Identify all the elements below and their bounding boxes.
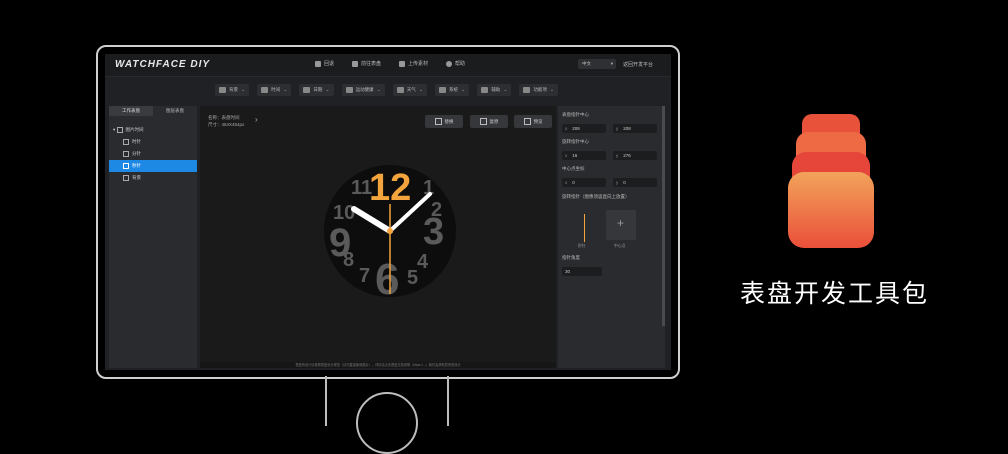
watchface-kit-logo <box>788 114 874 248</box>
layer-tree: ▾ 图片时间 时针 分针 秒针 背景 <box>109 124 197 184</box>
chevron-down-icon: ⌄ <box>503 87 508 93</box>
calendar-icon <box>303 87 311 93</box>
properties-scrollbar[interactable] <box>662 106 665 326</box>
user-icon <box>399 60 406 67</box>
pivot-x-input[interactable]: x 16 <box>562 151 606 160</box>
rotate-y-input[interactable]: y 208 <box>613 124 657 133</box>
function-icon <box>523 87 531 93</box>
tool-functions[interactable]: 功能项 ⌄ <box>519 84 559 96</box>
chevron-down-icon: ⌄ <box>418 87 424 93</box>
restore-icon <box>479 118 487 125</box>
rotate-x-input[interactable]: x 208 <box>562 124 606 133</box>
phone-icon <box>481 87 489 93</box>
app-logo: WATCHFACE DIY <box>115 59 211 70</box>
tool-health[interactable]: 运动健康 ⌄ <box>341 84 385 96</box>
top-nav: 回退 前往表盘 上传素材 帮助 <box>315 60 465 67</box>
offset-y-input[interactable]: y0 <box>613 178 657 187</box>
undo-icon <box>315 60 321 67</box>
preview-button[interactable]: 预览 <box>514 115 552 128</box>
gear-icon <box>439 87 447 93</box>
numeral-6: 6 <box>375 255 399 298</box>
chevron-down-icon: ⌄ <box>376 87 381 93</box>
design-canvas: 名称：表盘时间 尺寸：454X454px › 替换 复原 预览 11 10 9 … <box>200 106 556 362</box>
face-info: 名称：表盘时间 尺寸：454X454px <box>208 114 244 128</box>
layer-hour-hand[interactable]: 时针 <box>109 136 197 148</box>
layers-panel: 工作表盘 图层表盘 ▾ 图片时间 时针 分针 秒针 背景 <box>109 106 197 368</box>
upload-assets-button[interactable]: 上传素材 <box>399 60 428 67</box>
angle-input[interactable]: 30 <box>562 267 602 276</box>
component-toolbar: 背景 ⌄ 时间 ⌄ 日期 ⌄ 运动健康 ⌄ 天气 ⌄ 系统 ⌄ 辅助 ⌄ 功能项 ⌄ <box>215 84 559 96</box>
rotate-center-label: 表盘指针中心 <box>562 112 589 117</box>
pivot-label: 旋转指针中心 <box>562 139 589 144</box>
hand-caption: 秒针 <box>578 244 586 248</box>
canvas-footer-note: 表盘的设计请参照表盘设计规范（请勿直接使用图片），详情请点击表盘文档说明（htt… <box>200 362 556 368</box>
second-hand-thumbnail[interactable] <box>584 214 585 242</box>
eye-icon <box>123 150 129 157</box>
chevron-down-icon: ⌄ <box>283 87 288 93</box>
grid-icon <box>123 174 129 181</box>
replace-button[interactable]: 替换 <box>425 115 463 128</box>
hand-image-label: 旋转指针（图像须竖直向上放置） <box>562 194 630 199</box>
tool-assist[interactable]: 辅助 ⌄ <box>477 84 512 96</box>
numeral-12: 12 <box>369 167 411 209</box>
layer-second-hand[interactable]: 秒针 <box>109 160 197 172</box>
tool-system[interactable]: 系统 ⌄ <box>435 84 470 96</box>
promo-text: 表盘开发工具包 <box>740 280 930 308</box>
restore-button[interactable]: 复原 <box>470 115 508 128</box>
numeral-2: 2 <box>431 199 442 221</box>
numeral-4: 4 <box>417 251 429 273</box>
numeral-7: 7 <box>359 265 370 287</box>
center-cap <box>387 228 393 234</box>
numeral-8: 8 <box>343 249 354 271</box>
activity-icon <box>345 87 353 93</box>
chevron-down-icon: ⌄ <box>325 87 330 93</box>
top-bar: WATCHFACE DIY 回退 前往表盘 上传素材 帮助 中文 返回开发平台 <box>105 54 671 77</box>
help-button[interactable]: 帮助 <box>446 60 465 67</box>
tool-date[interactable]: 日期 ⌄ <box>299 84 334 96</box>
app-screen: WATCHFACE DIY 回退 前往表盘 上传素材 帮助 中文 返回开发平台 … <box>105 54 671 370</box>
weather-icon <box>396 87 404 93</box>
tool-weather[interactable]: 天气 ⌄ <box>392 84 428 96</box>
tool-background[interactable]: 背景 ⌄ <box>215 84 250 96</box>
grid-icon <box>219 87 226 93</box>
chevron-down-icon: ⌄ <box>549 87 555 93</box>
replace-icon <box>434 118 442 125</box>
face-size: 尺寸：454X454px <box>208 122 245 127</box>
chevron-down-icon: ⌄ <box>461 87 466 93</box>
expand-icon <box>523 118 531 125</box>
help-icon <box>446 60 453 67</box>
offset-x-input[interactable]: x0 <box>562 178 606 187</box>
layer-group-time[interactable]: ▾ 图片时间 <box>109 124 197 136</box>
eye-icon <box>123 162 129 169</box>
tab-work-face[interactable]: 工作表盘 <box>109 106 153 116</box>
layer-background[interactable]: 背景 <box>109 172 197 184</box>
chevron-down-icon: ⌄ <box>241 87 246 93</box>
undo-button[interactable]: 回退 <box>315 60 334 67</box>
folder-icon <box>352 60 359 67</box>
chevron-right-icon[interactable]: › <box>255 115 258 124</box>
clock-icon <box>261 87 269 93</box>
eye-icon <box>123 138 129 145</box>
monitor-stand-base <box>356 392 418 454</box>
center-caption: 中心点 <box>614 244 626 248</box>
face-name: 名称：表盘时间 <box>208 115 240 120</box>
tab-layer-face[interactable]: 图层表盘 <box>153 106 197 116</box>
watch-face-preview[interactable]: 11 10 9 8 7 6 5 4 3 2 1 12 <box>323 164 457 298</box>
angle-label: 指针角度 <box>562 255 580 260</box>
layers-tabs: 工作表盘 图层表盘 <box>109 106 197 116</box>
goto-face-button[interactable]: 前往表盘 <box>352 60 381 67</box>
group-icon <box>116 126 123 133</box>
layer-minute-hand[interactable]: 分针 <box>109 148 197 160</box>
monitor-frame: WATCHFACE DIY 回退 前往表盘 上传素材 帮助 中文 返回开发平台 … <box>96 45 680 379</box>
language-select[interactable]: 中文 <box>578 59 616 69</box>
center-image-upload[interactable] <box>606 210 636 240</box>
back-to-platform-link[interactable]: 返回开发平台 <box>623 61 653 68</box>
pivot-y-input[interactable]: y 276 <box>613 151 657 160</box>
offset-label: 中心点坐标 <box>562 166 585 171</box>
tool-time[interactable]: 时间 ⌄ <box>257 84 292 96</box>
properties-panel: 表盘指针中心 x 208 y 208 旋转指针中心 x 16 y 276 中心点坐标 x… <box>558 106 665 368</box>
